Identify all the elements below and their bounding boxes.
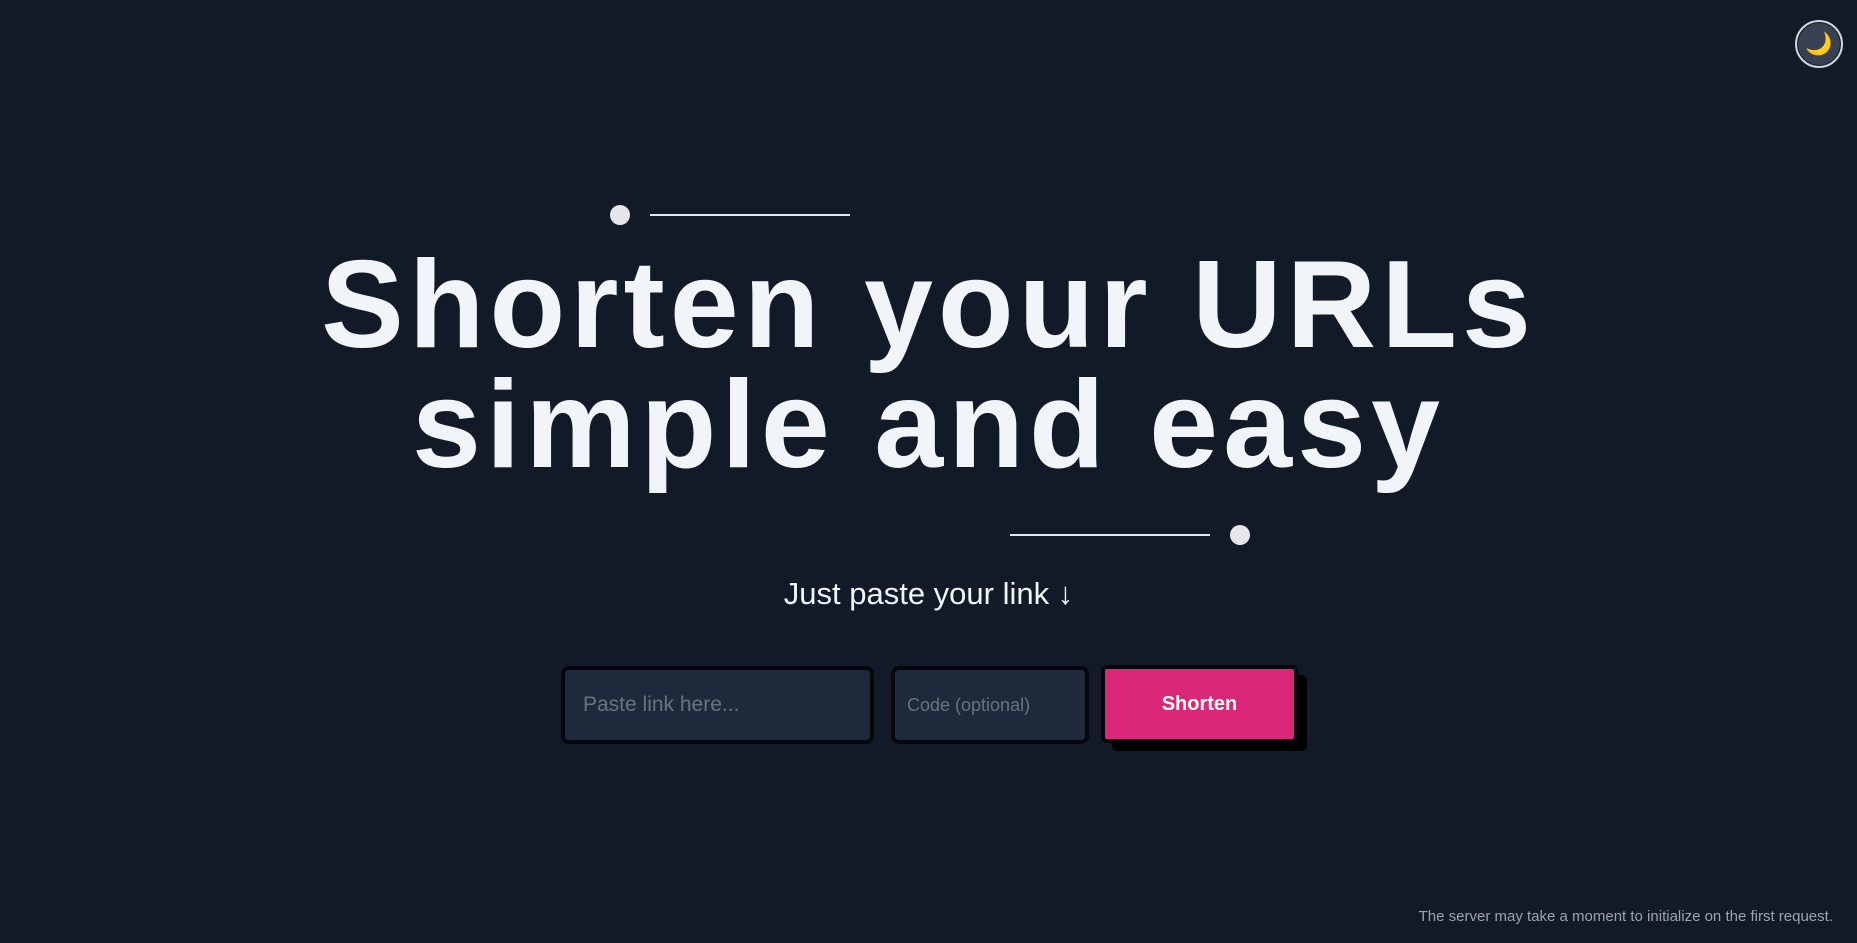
- hero-title: Shorten your URLs simple and easy: [0, 236, 1857, 494]
- url-input[interactable]: [561, 666, 874, 744]
- shorten-button[interactable]: Shorten: [1101, 665, 1298, 743]
- page: 🌙 Shorten your URLs simple and easy Just…: [0, 0, 1857, 943]
- server-notice: The server may take a moment to initiali…: [1418, 908, 1833, 925]
- theme-toggle-button[interactable]: 🌙: [1795, 20, 1843, 68]
- decorative-dot-bottom: [1230, 525, 1250, 545]
- subtitle: Just paste your link ↓: [783, 576, 1074, 611]
- hero-title-line-1: Shorten your URLs: [321, 236, 1536, 374]
- hero-title-line-2: simple and easy: [411, 356, 1446, 494]
- moon-icon: 🌙: [1805, 31, 1833, 56]
- decorative-line-bottom: [1010, 534, 1210, 536]
- decorative-line-top: [650, 214, 850, 216]
- decorative-dot-top: [610, 205, 630, 225]
- code-input[interactable]: [891, 666, 1089, 744]
